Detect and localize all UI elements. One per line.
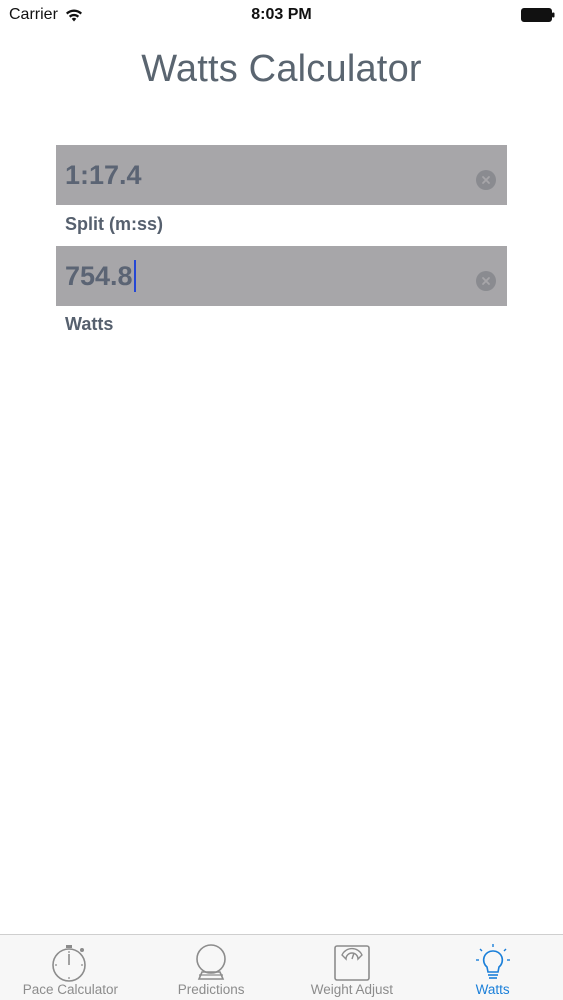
clear-icon <box>482 277 490 285</box>
status-bar: Carrier 8:03 PM <box>0 0 563 30</box>
tab-weight-adjust[interactable]: Weight Adjust <box>282 935 423 1000</box>
tab-label: Predictions <box>177 982 245 997</box>
split-value: 1:17.4 <box>65 160 142 190</box>
page-title: Watts Calculator <box>141 48 422 90</box>
tab-label: Weight Adjust <box>310 982 394 997</box>
battery-icon <box>521 8 555 22</box>
tab-watts[interactable]: Watts <box>422 935 563 1000</box>
scale-icon <box>330 941 374 985</box>
watts-label: Watts <box>65 314 114 334</box>
split-field[interactable]: 1:17.4 <box>56 145 507 205</box>
tab-predictions[interactable]: Predictions <box>141 935 282 1000</box>
split-clear-button[interactable] <box>476 170 496 190</box>
watts-value: 754.8 <box>65 261 133 291</box>
tab-pace-calculator[interactable]: Pace Calculator <box>0 935 141 1000</box>
text-cursor <box>133 259 136 292</box>
crystal-ball-icon <box>189 941 233 985</box>
split-label: Split (m:ss) <box>65 214 164 234</box>
split-input[interactable]: 1:17.4 <box>65 145 465 205</box>
watts-field[interactable]: 754.8 <box>56 246 507 306</box>
tab-label: Watts <box>475 982 510 997</box>
stopwatch-icon <box>48 941 92 985</box>
clear-icon <box>482 176 490 184</box>
watts-input[interactable]: 754.8 <box>65 246 465 306</box>
lightbulb-icon <box>471 941 515 985</box>
tab-label: Pace Calculator <box>22 982 119 997</box>
tab-bar: Pace Calculator Predictions Weight Adjus… <box>0 934 563 1000</box>
status-time: 8:03 PM <box>251 6 312 23</box>
watts-clear-button[interactable] <box>476 271 496 291</box>
